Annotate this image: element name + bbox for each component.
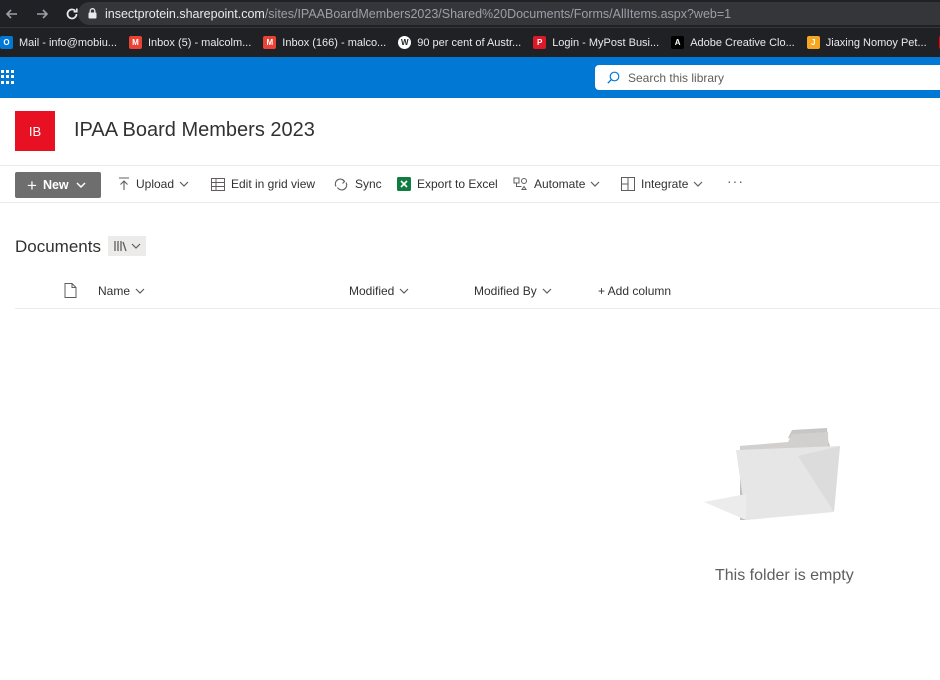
empty-folder-illustration	[704, 428, 840, 520]
sync-label: Sync	[355, 177, 382, 191]
modified-by-column-label: Modified By	[474, 284, 537, 298]
adobe-icon: A	[671, 36, 685, 49]
document-icon	[64, 283, 77, 298]
grid-icon	[211, 177, 225, 191]
bookmark-item[interactable]: J Jiaxing Nomoy Pet...	[806, 36, 927, 49]
site-title[interactable]: IPAA Board Members 2023	[74, 119, 315, 142]
integrate-icon	[621, 177, 635, 191]
search-input[interactable]	[628, 70, 908, 85]
header-divider	[15, 308, 940, 309]
search-icon	[607, 71, 620, 84]
auspost-icon: P	[533, 36, 547, 49]
chevron-down-icon	[399, 288, 409, 294]
more-options-icon[interactable]: ···	[727, 173, 744, 189]
edit-grid-view-label: Edit in grid view	[231, 177, 316, 191]
bookmark-item[interactable]: M Inbox (5) - malcolm...	[128, 36, 252, 49]
integrate-label: Integrate	[641, 177, 689, 191]
url-path: /sites/IPAABoardMembers2023/Shared%20Doc…	[264, 6, 732, 21]
add-column-label: + Add column	[598, 284, 672, 298]
export-excel-label: Export to Excel	[417, 177, 498, 191]
outlook-icon: O	[0, 36, 13, 49]
lock-icon	[88, 8, 97, 19]
chevron-down-icon	[76, 182, 86, 189]
chevron-down-icon	[542, 288, 552, 294]
arrow-right-icon	[37, 8, 49, 19]
bookmark-label: Adobe Creative Clo...	[690, 36, 795, 49]
wordpress-icon: W	[398, 36, 412, 49]
sync-button[interactable]: Sync	[333, 177, 382, 191]
automate-label: Automate	[534, 177, 586, 191]
modified-column-header[interactable]: Modified	[349, 284, 409, 298]
automate-button[interactable]: Automate	[513, 177, 606, 191]
bookmarks-bar: O Mail - info@mobiu... M Inbox (5) - malcol…	[0, 27, 940, 57]
bookmark-label: Inbox (166) - malco...	[282, 36, 387, 49]
name-column-header[interactable]: Name	[98, 284, 145, 298]
excel-icon	[397, 177, 411, 191]
reload-icon	[66, 8, 78, 19]
library-title: Documents	[15, 237, 101, 256]
gmail-icon: M	[263, 36, 277, 49]
bookmark-label: Mail - info@mobiu...	[19, 36, 117, 49]
gmail-icon: M	[128, 36, 142, 49]
automate-icon	[513, 177, 527, 190]
new-button[interactable]: + New	[15, 172, 101, 198]
back-button[interactable]	[0, 2, 24, 26]
forward-button[interactable]	[30, 2, 54, 26]
empty-folder-message: This folder is empty	[715, 567, 854, 584]
view-switcher-button[interactable]	[108, 236, 146, 256]
chevron-down-icon	[179, 181, 189, 187]
export-excel-button[interactable]: Export to Excel	[397, 177, 498, 191]
chevron-down-icon	[693, 181, 703, 187]
modified-column-label: Modified	[349, 284, 395, 298]
plus-icon: +	[27, 175, 37, 195]
arrow-left-icon	[5, 8, 17, 19]
search-box[interactable]	[595, 65, 940, 90]
bookmark-label: Login - MyPost Busi...	[552, 36, 660, 49]
bookmark-label: 90 per cent of Austr...	[417, 36, 522, 49]
bookmark-label: Jiaxing Nomoy Pet...	[825, 36, 927, 49]
library-icon	[113, 241, 127, 252]
alibaba-icon: J	[806, 36, 820, 49]
upload-label: Upload	[136, 177, 175, 191]
integrate-button[interactable]: Integrate	[621, 177, 709, 191]
add-column-button[interactable]: + Add column	[598, 284, 671, 298]
modified-by-column-header[interactable]: Modified By	[474, 284, 552, 298]
bookmark-label: Inbox (5) - malcolm...	[147, 36, 252, 49]
command-bar: + New Upload Edit in grid view Sync Expo…	[0, 165, 940, 203]
bookmark-item[interactable]: P Login - MyPost Busi...	[533, 36, 659, 49]
upload-button[interactable]: Upload	[118, 177, 195, 191]
bookmark-item[interactable]: A Adobe Creative Clo...	[671, 36, 795, 49]
sync-icon	[334, 178, 348, 191]
bookmark-item[interactable]: W 90 per cent of Austr...	[398, 36, 521, 49]
app-launcher-icon[interactable]	[1, 70, 15, 84]
upload-icon	[119, 177, 129, 190]
chevron-down-icon	[590, 181, 600, 187]
chevron-down-icon	[135, 288, 145, 294]
new-button-label: New	[42, 178, 69, 192]
bookmark-item[interactable]: O Mail - info@mobiu...	[0, 36, 117, 49]
file-type-column-header[interactable]	[64, 283, 77, 298]
url-bar[interactable]: insectprotein.sharepoint.com/sites/IPAAB…	[78, 2, 940, 25]
edit-grid-view-button[interactable]: Edit in grid view	[211, 177, 315, 191]
chevron-down-icon	[131, 243, 140, 249]
site-logo[interactable]: IB	[15, 111, 55, 151]
url-host: insectprotein.sharepoint.com	[105, 6, 265, 21]
suite-bar	[0, 57, 940, 98]
browser-toolbar: insectprotein.sharepoint.com/sites/IPAAB…	[0, 0, 940, 27]
name-column-label: Name	[98, 284, 131, 298]
bookmark-item[interactable]: M Inbox (166) - malco...	[263, 36, 386, 49]
